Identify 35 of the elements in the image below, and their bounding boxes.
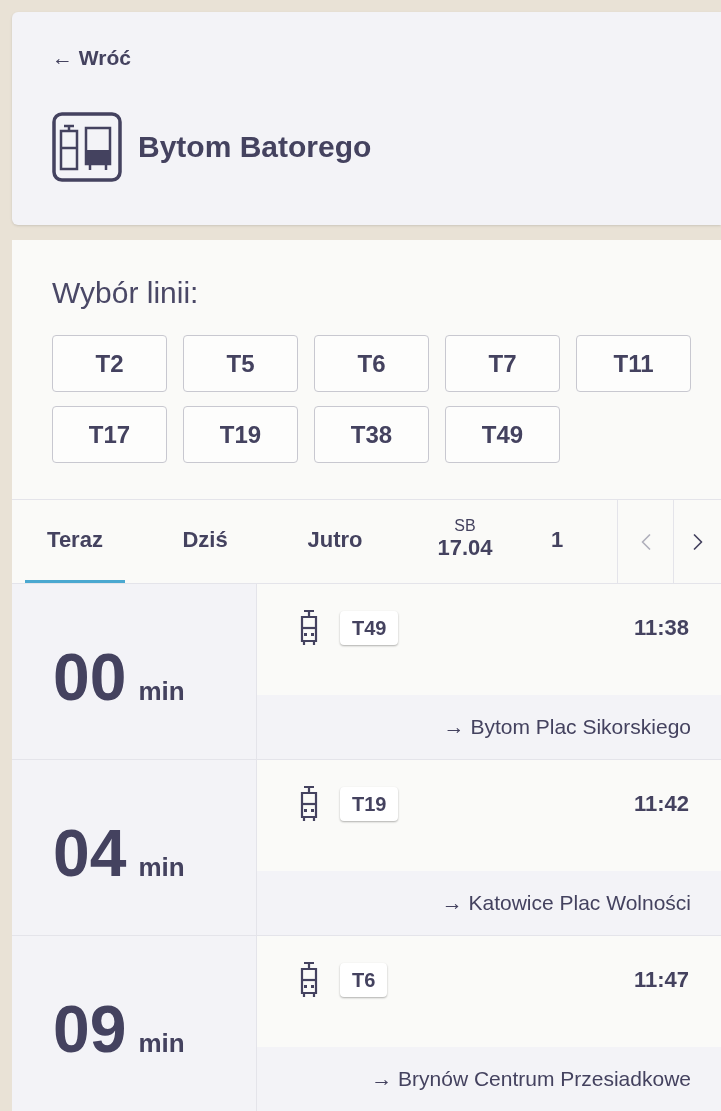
line-picker-title: Wybór linii: [52,275,200,311]
stop-name: Bytom Batorego [138,129,372,165]
destination-text: → Brynów Centrum Przesiadkowe [371,1066,691,1093]
tram-and-bus-icon [52,111,122,182]
line-button[interactable]: T2 [52,335,167,392]
tram-icon [298,607,320,648]
minutes-value: 09 [53,995,127,1062]
line-button[interactable]: T11 [576,335,691,392]
departure-time: 11:38 [633,614,689,642]
departure-time: 11:42 [633,790,689,818]
back-link[interactable]: ← Wróć [52,42,131,74]
line-button[interactable]: T38 [314,406,429,463]
day-tab[interactable]: Jutro [285,500,385,583]
line-badge: T49 [340,610,399,645]
tram-icon [298,959,320,1000]
tram-icon [298,783,320,824]
minutes-value: 00 [53,643,127,710]
departure-time: 11:47 [633,966,689,994]
minutes-unit: min [138,1027,185,1060]
minutes-value: 04 [53,819,127,886]
destination-text: → Bytom Plac Sikorskiego [443,714,691,741]
line-button[interactable]: T19 [183,406,298,463]
line-button[interactable]: T6 [314,335,429,392]
day-tab[interactable]: SB 17.04 [415,500,515,583]
line-button[interactable]: T49 [445,406,560,463]
line-button[interactable]: T5 [183,335,298,392]
line-badge: T6 [340,962,388,997]
destination-text: → Katowice Plac Wolności [441,890,691,917]
day-tab[interactable]: Dziś [155,500,255,583]
minutes-unit: min [138,675,185,708]
line-button[interactable]: T17 [52,406,167,463]
minutes-unit: min [138,851,185,884]
day-tab[interactable]: 1 [545,500,569,583]
line-badge: T19 [340,786,399,821]
line-button[interactable]: T7 [445,335,560,392]
